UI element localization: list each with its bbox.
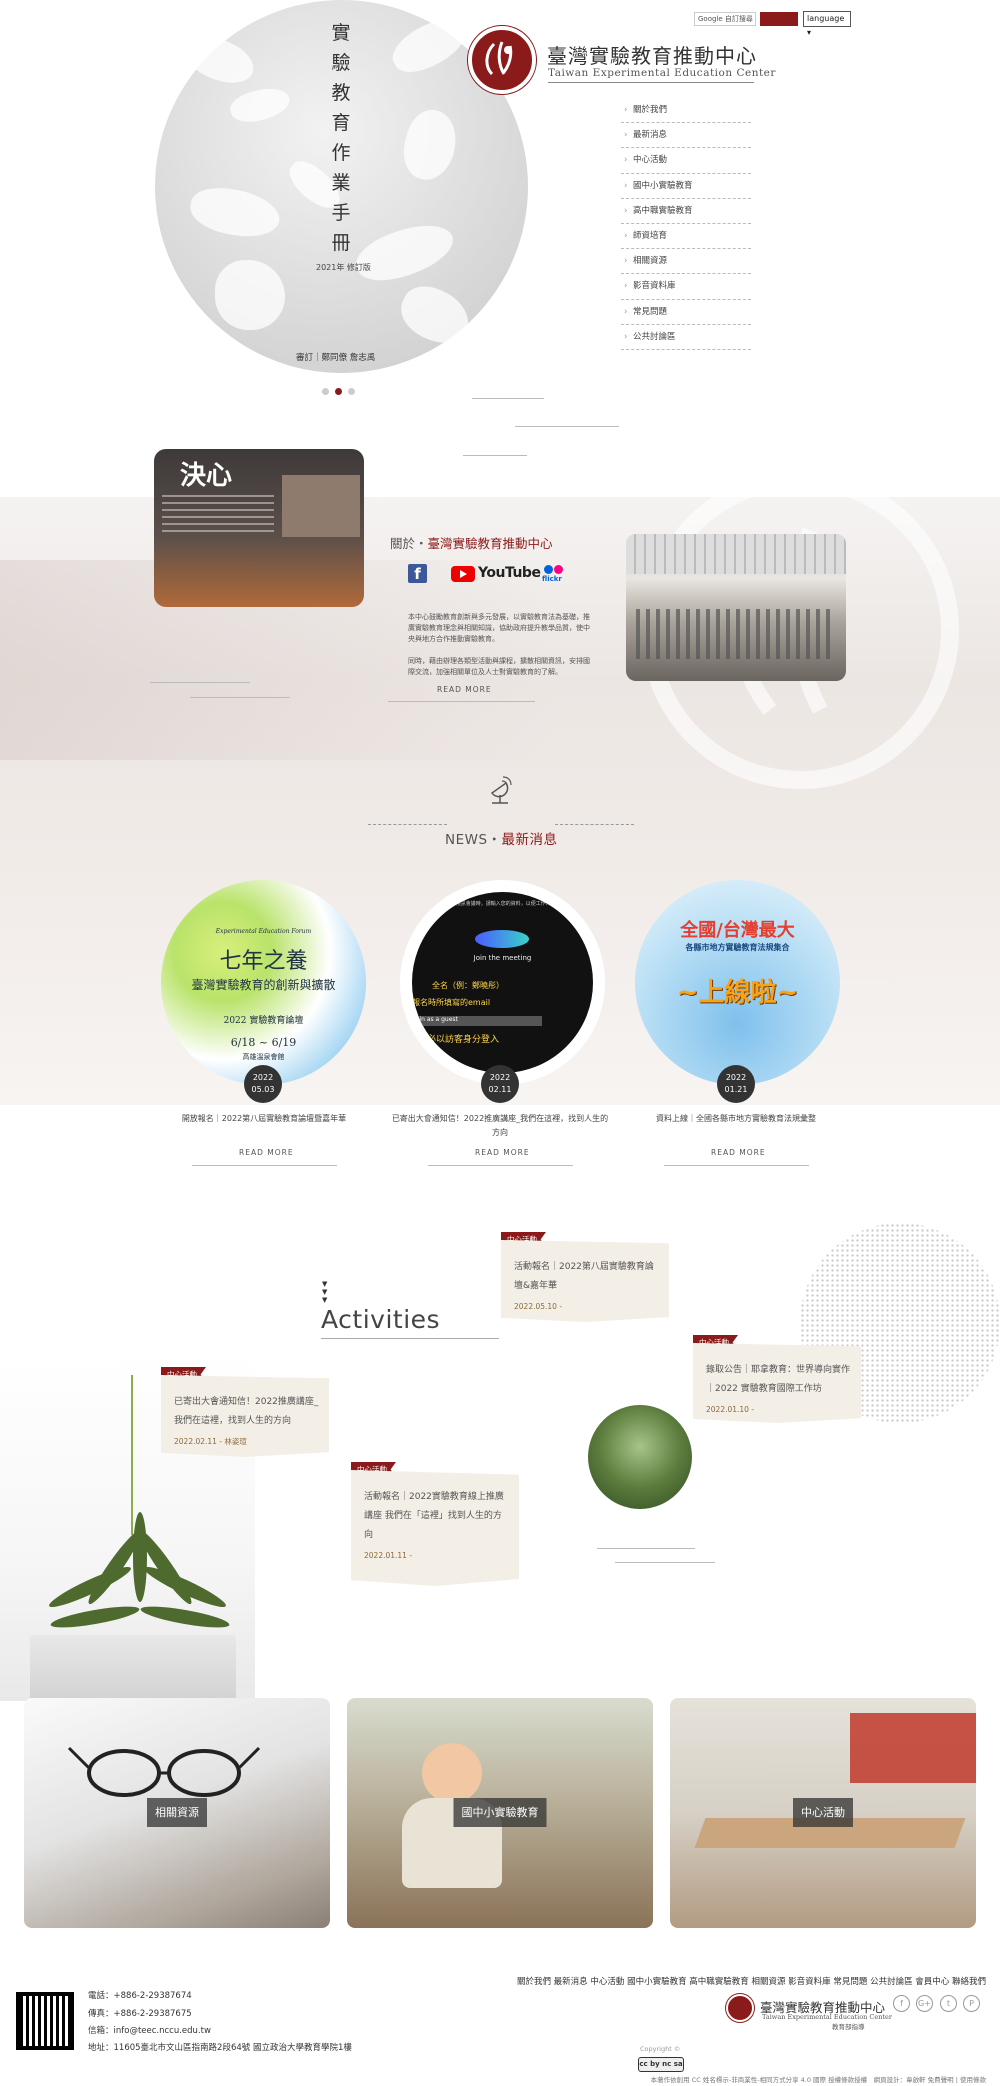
divider [615,1562,715,1563]
news-caption[interactable]: 已寄出大會通知信！2022推廣講座_我們在這裡，找到人生的方向 [390,1112,610,1140]
main-nav: 關於我們 最新消息 中心活動 國中小實驗教育 高中職實驗教育 師資培育 相關資源… [621,98,751,350]
divider [664,1165,809,1166]
divider [192,1165,337,1166]
search-button[interactable] [760,12,798,26]
about-photo-right[interactable] [626,534,846,681]
footer-ministry: 教育部指導 [832,2023,865,2031]
divider [388,701,535,702]
hero-authors: 審訂｜鄭同僚 詹志禹 [296,353,376,363]
news-image-regulations[interactable]: 全國/台灣最大 各縣市地方實驗教育法規集合 ~上線啦~ [635,880,840,1085]
cc-license-badge[interactable]: cc by nc sa [638,2057,684,2072]
divider [472,398,544,399]
news-date-badge: 2022 05.03 [244,1065,282,1103]
nav-item-activities[interactable]: 中心活動 [621,148,751,174]
divider [368,824,447,825]
divider [428,1165,573,1166]
tile-resources[interactable]: 相關資源 [24,1698,330,1928]
language-label: language [807,14,845,23]
nav-item-secondary[interactable]: 高中職實驗教育 [621,199,751,224]
facebook-icon[interactable]: f [893,1995,910,2012]
tile-primary-education[interactable]: 國中小實驗教育 [347,1698,653,1928]
divider [321,1338,499,1339]
youtube-label[interactable]: YouTube [478,565,541,581]
tile-label: 國中小實驗教育 [453,1798,547,1827]
logo-subtitle: Taiwan Experimental Education Center [548,67,776,79]
news-date-badge: 2022 02.11 [481,1065,519,1103]
divider [515,426,619,427]
news-read-more[interactable]: READ MORE [239,1148,294,1157]
nav-item-forum[interactable]: 公共討論區 [621,325,751,350]
news-title: NEWS・最新消息 [445,832,558,848]
tile-label: 相關資源 [147,1798,207,1827]
activities-heading: Activities [321,1305,441,1334]
carousel-dot[interactable] [320,386,331,397]
twitter-icon[interactable]: t [940,1995,957,2012]
divider [190,697,290,698]
footer-fax: 傳真：+886-2-29387675 [88,2009,192,2019]
plant-pot [30,1635,236,1701]
google-search-input[interactable]: Google 自訂搜尋 [694,12,756,26]
activity-card[interactable]: 活動報名｜2022實驗教育線上推廣講座 我們在「這裡」找到人生的方向 2022.… [351,1470,519,1586]
google-plus-icon[interactable]: G+ [916,1995,933,2012]
logo-icon[interactable] [468,26,536,94]
hero-title: 實驗教育作業手冊 [331,22,351,254]
satellite-icon [490,776,512,804]
divider [150,682,250,683]
footer-phone: 電話：+886-2-29387674 [88,1991,192,2001]
pinterest-icon[interactable]: P [963,1995,980,2012]
activity-card[interactable]: 活動報名｜2022第八屆實驗教育論壇&嘉年華 2022.05.10 - [501,1240,669,1322]
chevron-down-icon: ▼ ▼ ▼ [322,1280,328,1304]
news-date-badge: 2022 01.21 [717,1065,755,1103]
carousel-dot-active[interactable] [333,386,344,397]
chevron-down-icon: ▾ [807,28,812,37]
footer-nav[interactable]: 關於我們 最新消息 中心活動 國中小實驗教育 高中職實驗教育 相關資源 影音資料… [486,1975,986,1987]
nav-item-resources[interactable]: 相關資源 [621,249,751,275]
logo-divider [548,82,754,83]
nav-item-media[interactable]: 影音資料庫 [621,274,751,300]
footer-logo-subtitle: Taiwan Experimental Education Center [762,2013,892,2021]
facebook-icon[interactable]: f [408,564,427,583]
youtube-icon[interactable] [451,566,475,582]
nav-item-about[interactable]: 關於我們 [621,98,751,124]
nav-item-news[interactable]: 最新消息 [621,123,751,149]
divider [463,455,527,456]
logo-title[interactable]: 臺灣實驗教育推動中心 [547,40,757,69]
activities-photo-hike[interactable] [588,1405,692,1509]
nav-item-primary[interactable]: 國中小實驗教育 [621,174,751,199]
tile-activities[interactable]: 中心活動 [670,1698,976,1928]
about-photo-left[interactable]: 決心 [154,449,364,607]
news-caption[interactable]: 資料上線｜全國各縣市地方實驗教育法規彙整 [626,1112,846,1126]
qr-code [14,1990,76,2052]
activity-card[interactable]: 錄取公告｜耶拿教育：世界導向實作｜2022 實驗教育國際工作坊 2022.01.… [693,1343,861,1423]
news-read-more[interactable]: READ MORE [475,1148,530,1157]
about-read-more[interactable]: READ MORE [437,685,492,694]
hero-edition: 2021年 修訂版 [316,263,371,272]
about-paragraph-2: 同時，藉由辦理各類型活動與課程，擴散相關資訊，安排國際交流，加強相關單位及人士對… [408,657,590,676]
flickr-label[interactable]: flickr [542,575,562,583]
footer-copyright: Copyright © [640,2045,681,2053]
about-photo-title: 決心 [180,461,233,491]
footer-address: 地址：11605臺北市文山區指南路2段64號 國立政治大學教育學院1樓 [88,2043,352,2053]
news-image-forum[interactable]: Experimental Education Forum 七年之養 臺灣實驗教育… [161,880,366,1085]
news-image-meeting[interactable]: ＊ 進入視訊會議時，請輸入您的資料，以便工作人員確認 Join the meet… [400,880,605,1085]
carousel-dots[interactable] [320,385,361,398]
activity-card[interactable]: 已寄出大會通知信！2022推廣講座_我們在這裡，找到人生的方向 2022.02.… [161,1375,329,1457]
news-read-more[interactable]: READ MORE [711,1148,766,1157]
plant-leaves [40,1512,240,1640]
divider [597,1548,695,1549]
footer-email[interactable]: 信箱：info@teec.nccu.edu.tw [88,2024,211,2039]
footer-license: 本著作依創用 CC 姓名標示-非商業性-相同方式分享 4.0 國際 授權條款授權… [650,2076,986,2084]
divider [555,824,634,825]
nav-item-faq[interactable]: 常見問題 [621,300,751,325]
nav-item-teachers[interactable]: 師資培育 [621,224,751,250]
language-select[interactable]: language ▾ [803,11,851,37]
footer-logo-icon[interactable] [726,1994,754,2022]
carousel-dot[interactable] [346,386,357,397]
about-paragraph-1: 本中心鼓勵教育創新與多元發展，以實驗教育法為基礎，推廣實驗教育理念與相關知識，協… [408,613,590,643]
about-title: 關於・臺灣實驗教育推動中心 [390,536,553,551]
news-caption[interactable]: 開放報名｜2022第八屆實驗教育論壇暨嘉年華 [154,1112,374,1126]
tile-label: 中心活動 [793,1798,853,1827]
